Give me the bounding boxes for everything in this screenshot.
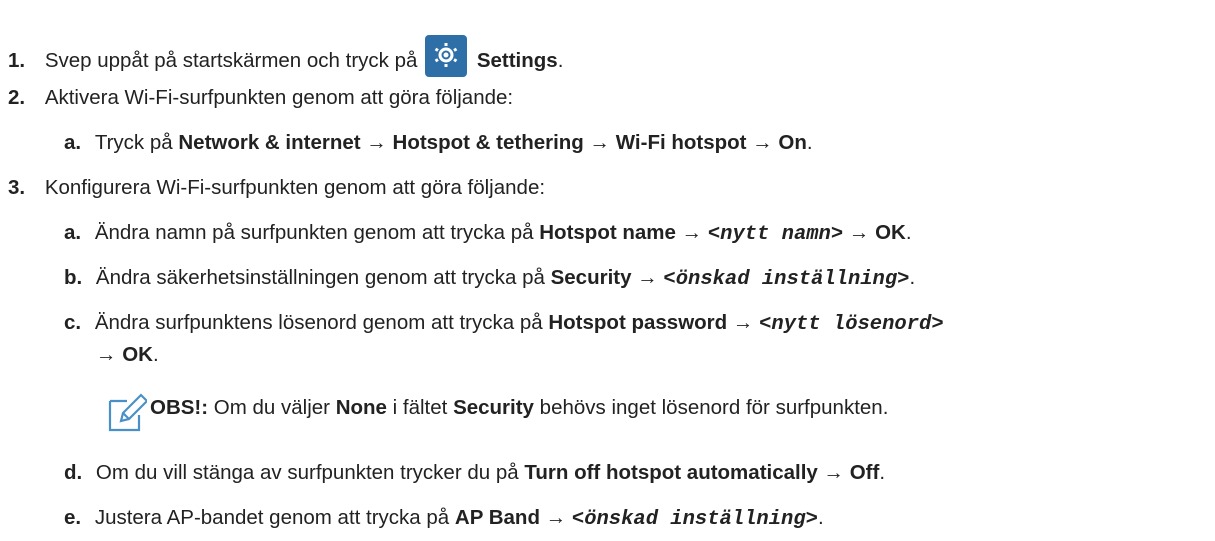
step-3c: c. Ändra surfpunktens lösenord genom att…: [64, 310, 944, 338]
arrow: →: [545, 506, 567, 529]
substep-letter: d.: [64, 461, 83, 484]
instruction-document: 1. Svep uppåt på startskärmen och tryck …: [0, 0, 1215, 541]
step-text: Aktivera Wi-Fi-surfpunkten genom att gör…: [44, 86, 514, 109]
step-3e: e. Justera AP-bandet genom att trycka på…: [64, 505, 824, 533]
step-1: 1. Svep uppåt på startskärmen och tryck …: [8, 35, 563, 77]
punctuation: .: [879, 461, 886, 484]
note-none: None: [335, 396, 387, 419]
substep-letter: c.: [64, 311, 82, 334]
menu-wifi-hotspot: Wi-Fi hotspot: [615, 131, 747, 154]
substep-text: Ändra namn på surfpunkten genom att tryc…: [94, 221, 534, 244]
menu-hotspot-name: Hotspot name: [539, 221, 676, 244]
punctuation: .: [806, 131, 813, 154]
note-text: Om du väljer: [213, 396, 330, 419]
substep-text: Om du vill stänga av surfpunkten trycker…: [95, 461, 519, 484]
substep-letter: e.: [64, 506, 82, 529]
note-security: Security: [453, 396, 534, 419]
arrow: →: [732, 311, 754, 334]
arrow: →: [823, 461, 845, 484]
step-3a: a. Ändra namn på surfpunkten genom att t…: [64, 220, 912, 248]
placeholder-value: <önskad inställning>: [663, 268, 910, 291]
menu-ok: OK: [122, 343, 153, 366]
substep-letter: a.: [64, 221, 82, 244]
substep-text: Justera AP-bandet genom att trycka på: [94, 506, 450, 529]
menu-network: Network & internet: [178, 131, 361, 154]
punctuation: .: [152, 343, 159, 366]
step-number: 1.: [8, 49, 26, 72]
step-number: 2.: [8, 86, 26, 109]
substep-letter: a.: [64, 131, 82, 154]
note: OBS!: Om du väljer None i fältet Securit…: [150, 395, 888, 421]
menu-on: On: [778, 131, 807, 154]
step-3d: d. Om du vill stänga av surfpunkten tryc…: [64, 460, 885, 486]
substep-letter: b.: [64, 266, 83, 289]
substep-text: Ändra surfpunktens lösenord genom att tr…: [94, 311, 543, 334]
step-text: Svep uppåt på startskärmen och tryck på: [44, 49, 418, 72]
note-text: behövs inget lösenord för surfpunkten.: [539, 396, 889, 419]
substep-text: Ändra säkerhetsinställningen genom att t…: [95, 266, 545, 289]
punctuation: .: [905, 221, 912, 244]
arrow: →: [752, 131, 773, 154]
step-number: 3.: [8, 176, 26, 199]
arrow: →: [637, 266, 658, 289]
arrow: →: [589, 131, 611, 154]
placeholder-value: <nytt namn>: [707, 223, 844, 246]
menu-hotspot-password: Hotspot password: [548, 311, 728, 334]
menu-ap-band: AP Band: [454, 506, 540, 529]
settings-label: Settings: [476, 49, 558, 72]
note-pencil-icon: [107, 393, 149, 438]
menu-off: Off: [849, 461, 880, 484]
step-2a: a. Tryck på Network & internet → Hotspot…: [64, 130, 813, 156]
punctuation: .: [909, 266, 916, 289]
substep-text: Tryck på: [94, 131, 173, 154]
note-text: i fältet: [392, 396, 448, 419]
step-3: 3. Konfigurera Wi-Fi-surfpunkten genom a…: [8, 175, 545, 201]
menu-security: Security: [550, 266, 632, 289]
arrow: →: [366, 131, 387, 154]
menu-ok: OK: [875, 221, 906, 244]
step-3c-continued: → OK.: [96, 342, 159, 368]
step-3b: b. Ändra säkerhetsinställningen genom at…: [64, 265, 915, 293]
menu-turn-off-hotspot: Turn off hotspot automatically: [524, 461, 818, 484]
placeholder-value: <nytt lösenord>: [759, 313, 944, 336]
punctuation: .: [817, 506, 824, 529]
arrow: →: [96, 343, 117, 366]
punctuation: .: [557, 49, 564, 72]
menu-hotspot-tethering: Hotspot & tethering: [392, 131, 584, 154]
arrow: →: [681, 221, 703, 244]
placeholder-value: <önskad inställning>: [571, 508, 818, 531]
step-text: Konfigurera Wi-Fi-surfpunkten genom att …: [44, 176, 546, 199]
arrow: →: [848, 221, 870, 244]
step-2: 2. Aktivera Wi-Fi-surfpunkten genom att …: [8, 85, 513, 111]
note-label: OBS!:: [150, 396, 209, 419]
settings-gear-icon: [425, 35, 468, 77]
